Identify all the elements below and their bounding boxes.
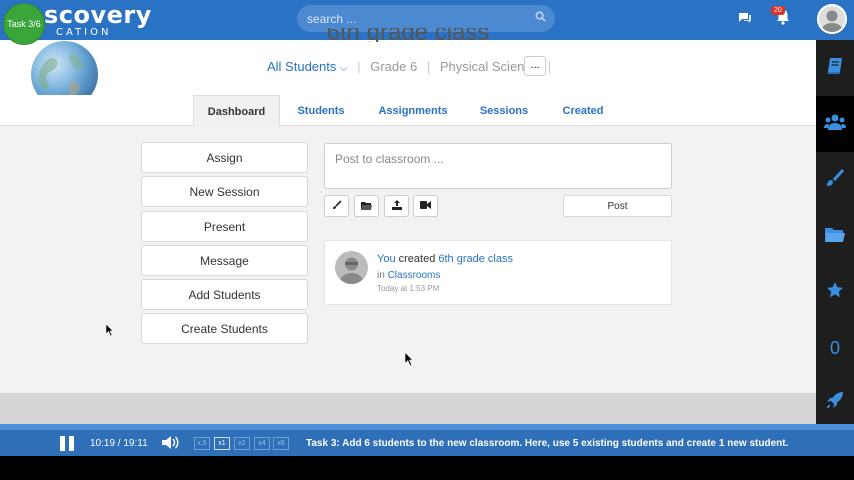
brush-button[interactable] bbox=[324, 195, 349, 217]
users-icon bbox=[824, 113, 846, 136]
task-progress-badge: Task 3/6 bbox=[3, 3, 45, 45]
search-input[interactable] bbox=[307, 12, 517, 26]
avatar bbox=[335, 251, 368, 284]
sidebar-item-students[interactable] bbox=[816, 96, 854, 152]
tab-bar: Dashboard Students Assignments Sessions … bbox=[0, 95, 816, 127]
feed-verb: created bbox=[395, 253, 439, 265]
search-icon[interactable] bbox=[535, 11, 546, 25]
chat-icon[interactable] bbox=[738, 11, 752, 29]
breadcrumb-grade: Grade 6 bbox=[370, 59, 418, 74]
book-icon bbox=[826, 57, 844, 80]
page-footer-strip bbox=[0, 393, 816, 424]
feed-summary: You created 6th grade class bbox=[377, 253, 513, 265]
folder-button[interactable] bbox=[354, 195, 379, 217]
breadcrumb-separator: | bbox=[547, 59, 552, 74]
speed-option-active[interactable]: x1 bbox=[214, 437, 230, 450]
video-button[interactable] bbox=[413, 195, 438, 217]
volume-icon[interactable] bbox=[162, 435, 180, 455]
speed-option[interactable]: x8 bbox=[273, 437, 289, 450]
sidebar-item-book[interactable] bbox=[816, 40, 854, 96]
notification-badge: 20 bbox=[771, 6, 785, 15]
folder-icon bbox=[825, 226, 845, 247]
tab-sessions[interactable]: Sessions bbox=[473, 95, 535, 126]
task-instruction: Task 3: Add 6 students to the new classr… bbox=[306, 438, 789, 449]
cursor-icon bbox=[105, 323, 114, 341]
upload-icon bbox=[391, 200, 402, 212]
present-button[interactable]: Present bbox=[141, 211, 308, 242]
create-students-button[interactable]: Create Students bbox=[141, 313, 308, 344]
tab-students[interactable]: Students bbox=[290, 95, 352, 126]
sidebar-counter[interactable]: 0 bbox=[816, 320, 854, 376]
feed-timestamp: Today at 1:53 PM bbox=[377, 284, 440, 293]
message-button[interactable]: Message bbox=[141, 245, 308, 276]
class-title: 6th grade class bbox=[326, 28, 490, 42]
activity-feed-item: You created 6th grade class in Classroom… bbox=[324, 240, 672, 305]
sidebar-item-launch[interactable] bbox=[816, 374, 854, 430]
speed-option[interactable]: x4 bbox=[254, 437, 270, 450]
feed-classrooms-link[interactable]: Classrooms bbox=[388, 270, 441, 281]
feed-class-link[interactable]: 6th grade class bbox=[438, 253, 513, 265]
tab-assignments[interactable]: Assignments bbox=[372, 95, 454, 126]
logo-line1: scovery bbox=[44, 1, 152, 29]
playback-time: 10:19 / 19:11 bbox=[90, 438, 148, 449]
brush-icon bbox=[826, 168, 845, 192]
breadcrumb: All Students ⌵ | Grade 6 | Physical Scie… bbox=[267, 59, 557, 74]
speed-option[interactable]: x2 bbox=[234, 437, 250, 450]
add-students-button[interactable]: Add Students bbox=[141, 279, 308, 310]
cursor-icon bbox=[404, 351, 414, 371]
upload-button[interactable] bbox=[384, 195, 409, 217]
new-session-button[interactable]: New Session bbox=[141, 176, 308, 207]
breadcrumb-separator: | bbox=[357, 59, 361, 74]
sidebar-item-favorites[interactable] bbox=[816, 264, 854, 320]
star-icon bbox=[826, 281, 844, 304]
sidebar-item-folder[interactable] bbox=[816, 208, 854, 264]
rocket-icon bbox=[826, 391, 844, 414]
feed-actor-link[interactable]: You bbox=[377, 253, 396, 265]
bottom-margin bbox=[0, 456, 854, 480]
chevron-down-icon[interactable]: ⌵ bbox=[340, 63, 348, 74]
video-icon bbox=[420, 201, 431, 211]
breadcrumb-all-students[interactable]: All Students bbox=[267, 59, 336, 74]
tab-dashboard[interactable]: Dashboard bbox=[193, 95, 280, 127]
feed-location: in Classrooms bbox=[377, 270, 440, 281]
more-options-button[interactable]: ... bbox=[524, 56, 546, 76]
speed-option[interactable]: x.5 bbox=[194, 437, 210, 450]
post-input[interactable] bbox=[324, 143, 672, 189]
feed-in-prefix: in bbox=[377, 270, 388, 281]
pause-icon[interactable] bbox=[59, 436, 76, 456]
folder-icon bbox=[361, 201, 372, 212]
breadcrumb-separator: | bbox=[426, 59, 431, 74]
user-avatar[interactable] bbox=[817, 4, 847, 34]
sidebar-item-brush[interactable] bbox=[816, 152, 854, 208]
post-button[interactable]: Post bbox=[563, 195, 672, 217]
tab-created[interactable]: Created bbox=[555, 95, 611, 126]
right-sidebar: 0 bbox=[816, 40, 854, 424]
assign-button[interactable]: Assign bbox=[141, 142, 308, 173]
brush-icon bbox=[332, 200, 342, 212]
